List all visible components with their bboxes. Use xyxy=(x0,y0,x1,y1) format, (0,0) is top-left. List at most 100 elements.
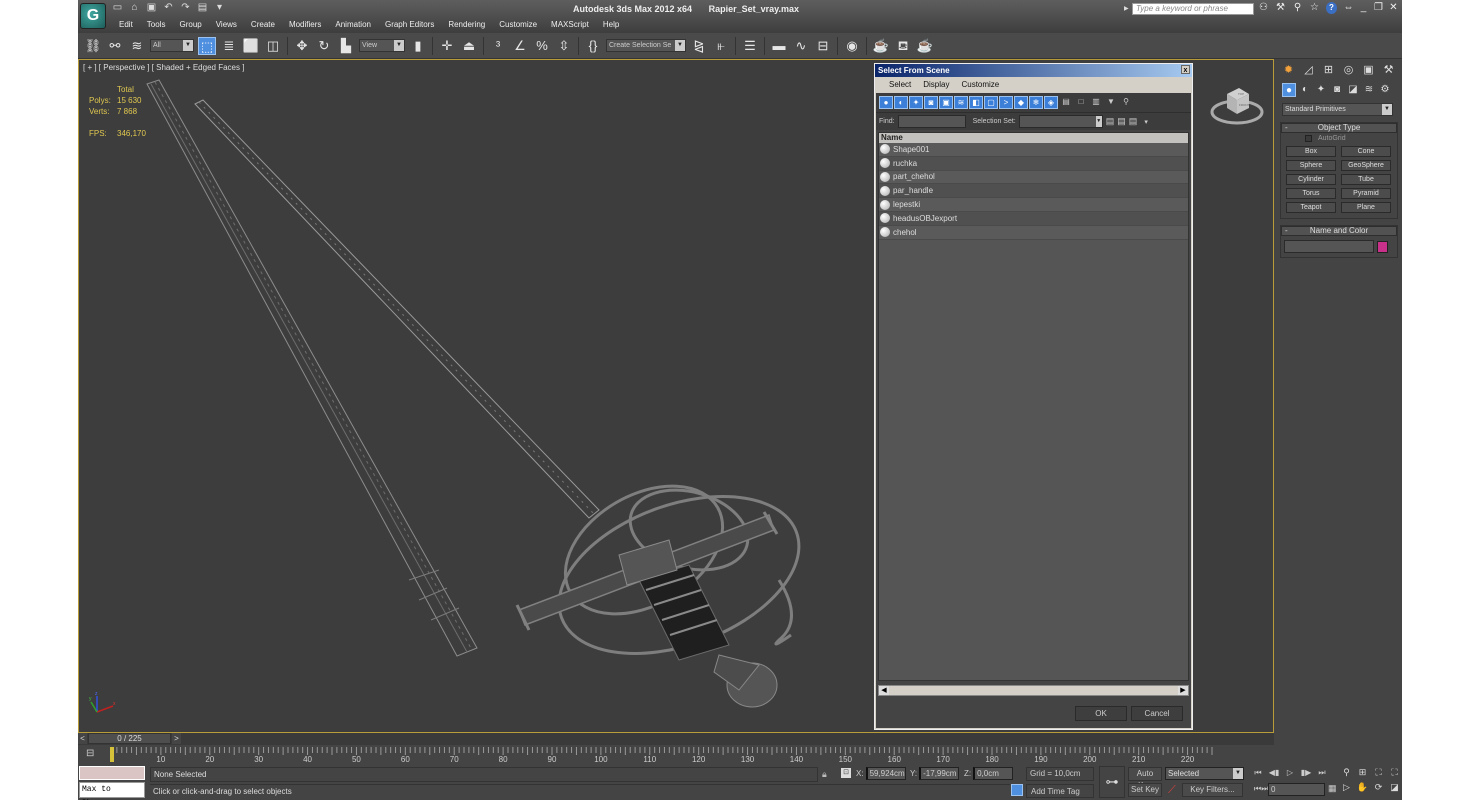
cone-button[interactable]: Cone xyxy=(1341,146,1391,157)
default-in-out-tangent-icon[interactable]: ⟋ xyxy=(1168,784,1176,797)
cameras-filter-icon[interactable]: ◙ xyxy=(924,96,938,109)
sphere-button[interactable]: Sphere xyxy=(1286,160,1336,171)
spacewarps-category-icon[interactable]: ≋ xyxy=(1362,83,1376,97)
motion-tab-icon[interactable]: ◎ xyxy=(1340,62,1357,78)
checkbox-icon[interactable] xyxy=(1305,135,1312,142)
menu-views[interactable]: Views xyxy=(209,19,244,31)
filter-icon[interactable]: ▼ xyxy=(1104,96,1118,109)
pan-icon[interactable]: ✋ xyxy=(1356,781,1369,793)
remove-set-icon[interactable]: ▤ xyxy=(1129,116,1138,127)
spacewarps-filter-icon[interactable]: ≋ xyxy=(954,96,968,109)
edit-named-selection-icon[interactable]: {} xyxy=(584,37,602,55)
select-object-icon[interactable]: ⬚ xyxy=(198,36,216,55)
cameras-category-icon[interactable]: ◙ xyxy=(1330,83,1344,97)
subscription-wrench-icon[interactable]: ⚒ xyxy=(1275,2,1286,14)
unlink-icon[interactable]: ⚯ xyxy=(106,37,124,55)
geosphere-button[interactable]: GeoSphere xyxy=(1341,160,1391,171)
absolute-mode-icon[interactable]: ⊡ xyxy=(841,768,851,778)
track-bar[interactable]: ⊟ 0 10 20 30 40 50 60 70 80 90 100 110 120 130 140 150 1… xyxy=(78,745,1274,765)
torus-button[interactable]: Torus xyxy=(1286,188,1336,199)
object-list-item[interactable]: ruchka xyxy=(879,156,1188,171)
scroll-left-icon[interactable]: ◀ xyxy=(879,686,889,695)
helpers-category-icon[interactable]: ◪ xyxy=(1346,83,1360,97)
angle-snap-icon[interactable]: ∠ xyxy=(511,37,529,55)
favorites-star-icon[interactable]: ☆ xyxy=(1309,2,1320,14)
name-and-color-rollout-header[interactable]: - Name and Color xyxy=(1281,226,1397,236)
dialog-menu-display[interactable]: Display xyxy=(917,77,955,93)
containers-filter-icon[interactable]: ◆ xyxy=(1014,96,1028,109)
reference-coordinate-dropdown[interactable]: View ▼ xyxy=(359,39,405,52)
zoom-all-icon[interactable]: ⊞ xyxy=(1356,766,1369,778)
add-time-tag-button[interactable]: Add Time Tag xyxy=(1026,784,1094,798)
object-list-item[interactable]: par_handle xyxy=(879,184,1188,199)
toolbar-options-icon[interactable]: ▾ xyxy=(1144,118,1148,126)
add-set-icon[interactable]: ▤ xyxy=(1117,116,1126,127)
curve-editor-icon[interactable]: ∿ xyxy=(792,37,810,55)
object-list-item[interactable]: Shape001 xyxy=(879,143,1188,157)
systems-category-icon[interactable]: ⚙ xyxy=(1378,83,1392,97)
minimize-icon[interactable]: _ xyxy=(1359,2,1368,13)
groups-filter-icon[interactable]: ◧ xyxy=(969,96,983,109)
snaps-toggle-icon[interactable]: ³ xyxy=(489,37,507,55)
select-set-icon[interactable]: ▤ xyxy=(1106,116,1115,127)
layer-manager-icon[interactable]: ☰ xyxy=(741,37,759,55)
maximize-viewport-icon[interactable]: ◪ xyxy=(1388,781,1401,793)
shapes-category-icon[interactable]: ◐ xyxy=(1298,83,1312,97)
material-editor-icon[interactable]: ◉ xyxy=(843,37,861,55)
box-button[interactable]: Box xyxy=(1286,146,1336,157)
menu-edit[interactable]: Edit xyxy=(112,19,140,31)
new-file-icon[interactable]: ▭ xyxy=(112,3,123,13)
save-icon[interactable]: ▣ xyxy=(146,3,157,13)
redo-icon[interactable]: ↷ xyxy=(180,3,191,13)
percent-snap-icon[interactable]: % xyxy=(533,37,551,55)
chevron-down-icon[interactable]: ▾ xyxy=(214,3,225,13)
previous-frame-icon[interactable]: ◀▮ xyxy=(1268,767,1280,778)
spinner-snap-icon[interactable]: ⇳ xyxy=(555,37,573,55)
orbit-icon[interactable]: ⟳ xyxy=(1372,781,1385,793)
menu-maxscript[interactable]: MAXScript xyxy=(544,19,596,31)
rotate-icon[interactable]: ↻ xyxy=(315,37,333,55)
object-list-item[interactable]: headusOBJexport xyxy=(879,211,1188,226)
menu-rendering[interactable]: Rendering xyxy=(441,19,492,31)
close-icon[interactable]: x xyxy=(1181,65,1190,74)
time-configuration-icon[interactable]: ▦ xyxy=(1328,783,1340,795)
cylinder-button[interactable]: Cylinder xyxy=(1286,174,1336,185)
dialog-menu-customize[interactable]: Customize xyxy=(955,77,1005,93)
key-mode-dropdown[interactable]: Selected ▼ xyxy=(1165,767,1244,780)
object-type-rollout-header[interactable]: - Object Type xyxy=(1281,123,1397,133)
time-slider-next[interactable]: > xyxy=(172,733,181,744)
time-slider-thumb[interactable]: 0 / 225 xyxy=(88,733,171,744)
primitive-type-dropdown[interactable]: Standard Primitives ▼ xyxy=(1282,103,1393,116)
align-icon[interactable]: ⫦ xyxy=(712,37,730,55)
graphite-toolbar-icon[interactable]: ▬ xyxy=(770,37,788,55)
maxscript-mini-listener-top[interactable] xyxy=(79,766,145,780)
zoom-extents-all-icon[interactable]: ⛶ xyxy=(1388,766,1401,778)
geometry-filter-icon[interactable]: ● xyxy=(879,96,893,109)
menu-graph-editors[interactable]: Graph Editors xyxy=(378,19,441,31)
dialog-menu-select[interactable]: Select xyxy=(883,77,917,93)
display-all-icon[interactable]: ▤ xyxy=(1059,96,1073,109)
field-of-view-icon[interactable]: ▷ xyxy=(1340,781,1353,793)
play-icon[interactable]: ▷ xyxy=(1284,767,1296,778)
horizontal-scrollbar[interactable]: ◀ ▶ xyxy=(878,685,1189,696)
rendered-frame-window-icon[interactable]: ⛾ xyxy=(894,37,912,55)
application-menu-button[interactable]: G xyxy=(80,3,106,29)
display-tab-icon[interactable]: ▣ xyxy=(1360,62,1377,78)
xrefs-filter-icon[interactable]: ▢ xyxy=(984,96,998,109)
viewcube[interactable]: TOP FRONT xyxy=(1209,78,1265,128)
undo-icon[interactable]: ↶ xyxy=(163,3,174,13)
link-icon[interactable]: ⛓ xyxy=(84,37,102,55)
cancel-button[interactable]: Cancel xyxy=(1131,706,1183,721)
find-input[interactable] xyxy=(897,115,966,128)
create-tab-icon[interactable]: ✹ xyxy=(1280,62,1297,78)
pyramid-button[interactable]: Pyramid xyxy=(1341,188,1391,199)
search-expand-icon[interactable]: ▶ xyxy=(1124,5,1129,12)
render-production-icon[interactable]: ☕ xyxy=(916,37,934,55)
hidden-filter-icon[interactable]: ◈ xyxy=(1044,96,1058,109)
select-by-name-icon[interactable]: ≣ xyxy=(220,37,238,55)
set-key-button[interactable]: Set Key xyxy=(1128,783,1162,797)
column-header-name[interactable]: Name xyxy=(879,133,1188,143)
object-list-item[interactable]: part_chehol xyxy=(879,170,1188,185)
lights-category-icon[interactable]: ✦ xyxy=(1314,83,1328,97)
menu-modifiers[interactable]: Modifiers xyxy=(282,19,328,31)
